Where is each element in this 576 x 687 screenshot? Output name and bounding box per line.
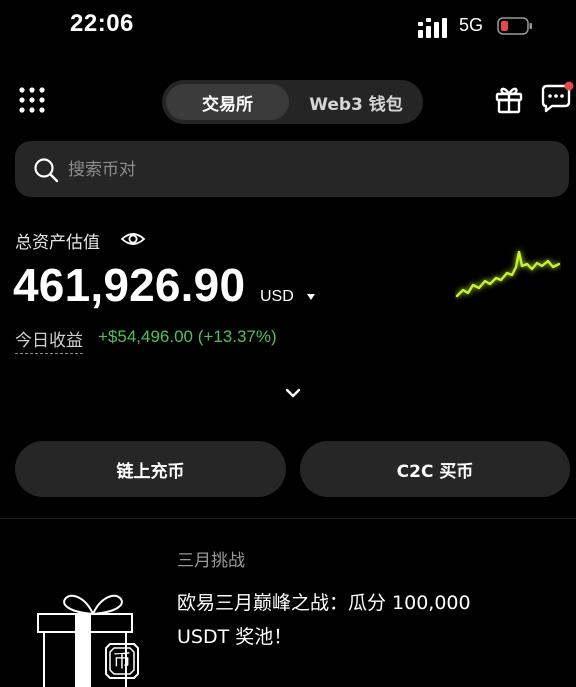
total-assets-label: 总资产估值 (15, 233, 100, 253)
tab-web3-wallet[interactable]: Web3 钱包 (292, 84, 420, 120)
signal-icon (418, 18, 447, 38)
search-icon (34, 158, 59, 183)
currency-selector[interactable]: USD (260, 288, 294, 306)
today-pnl-value: +$54,496.00 (+13.37%) (98, 327, 277, 346)
apps-grid-icon[interactable] (18, 86, 46, 114)
status-time: 22:06 (70, 10, 134, 37)
caret-down-icon[interactable] (306, 293, 316, 301)
battery-icon (497, 17, 532, 35)
search-input[interactable] (66, 153, 530, 187)
eye-icon[interactable] (120, 229, 146, 249)
section-divider (0, 518, 576, 519)
tab-exchange[interactable]: 交易所 (166, 84, 289, 120)
notification-dot (564, 81, 574, 91)
promo-title-line-1: 欧易三月巅峰之战：瓜分 100,000 (177, 592, 471, 614)
promo-title-line-2: USDT 奖池！ (177, 626, 293, 648)
today-pnl-label[interactable]: 今日收益 (15, 326, 83, 354)
chevron-down-icon[interactable] (282, 385, 304, 401)
c2c-buy-button[interactable]: C2C 买币 (300, 441, 570, 497)
network-label: 5G (459, 15, 484, 35)
gift-icon[interactable] (495, 84, 523, 114)
total-balance: 461,926.90 (13, 259, 246, 311)
gift-box-illustration: 币 (37, 594, 139, 687)
balance-sparkline (455, 250, 561, 298)
message-icon[interactable] (540, 80, 576, 114)
onchain-deposit-button[interactable]: 链上充币 (15, 441, 286, 497)
coin-glyph: 币 (113, 651, 131, 672)
promo-tag: 三月挑战 (177, 551, 245, 571)
promo-title[interactable]: 欧易三月巅峰之战：瓜分 100,000 USDT 奖池！ (177, 586, 557, 654)
